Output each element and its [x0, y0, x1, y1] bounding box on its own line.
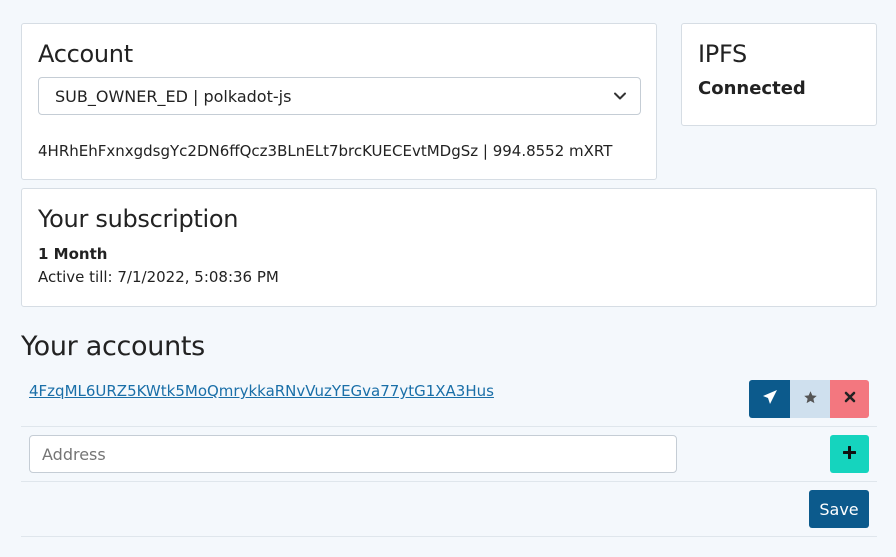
row-divider [21, 426, 877, 427]
subscription-title: Your subscription [38, 205, 239, 233]
favorite-button[interactable] [790, 380, 830, 418]
account-select[interactable]: SUB_OWNER_ED | polkadot-js [38, 77, 641, 115]
paper-plane-icon [762, 389, 778, 409]
ipfs-status: Connected [698, 78, 806, 99]
account-address-link[interactable]: 4FzqML6URZ5KWtk5MoQmrykkaRNvVuzYEGva77yt… [29, 382, 494, 400]
save-button[interactable]: Save [809, 490, 869, 528]
ipfs-title: IPFS [698, 40, 747, 68]
row-divider [21, 536, 877, 537]
row-divider [21, 481, 877, 482]
add-account-button[interactable] [830, 435, 869, 473]
close-icon [844, 391, 856, 407]
delete-button[interactable] [830, 380, 869, 418]
accounts-title: Your accounts [21, 331, 205, 362]
star-icon [803, 390, 818, 409]
send-button[interactable] [749, 380, 790, 418]
account-card: Account SUB_OWNER_ED | polkadot-js 4HRhE… [21, 23, 657, 180]
subscription-active-till: Active till: 7/1/2022, 5:08:36 PM [38, 268, 279, 286]
account-select-value: SUB_OWNER_ED | polkadot-js [55, 86, 292, 106]
address-input[interactable] [29, 435, 677, 473]
account-address-balance: 4HRhEhFxnxgdsgYc2DN6ffQcz3BLnELt7brcKUEC… [38, 142, 613, 160]
account-title: Account [38, 40, 133, 68]
ipfs-card: IPFS Connected [681, 23, 877, 126]
chevron-down-icon [600, 78, 640, 114]
subscription-card: Your subscription 1 Month Active till: 7… [21, 188, 877, 307]
subscription-plan: 1 Month [38, 245, 108, 263]
plus-icon [842, 445, 857, 463]
